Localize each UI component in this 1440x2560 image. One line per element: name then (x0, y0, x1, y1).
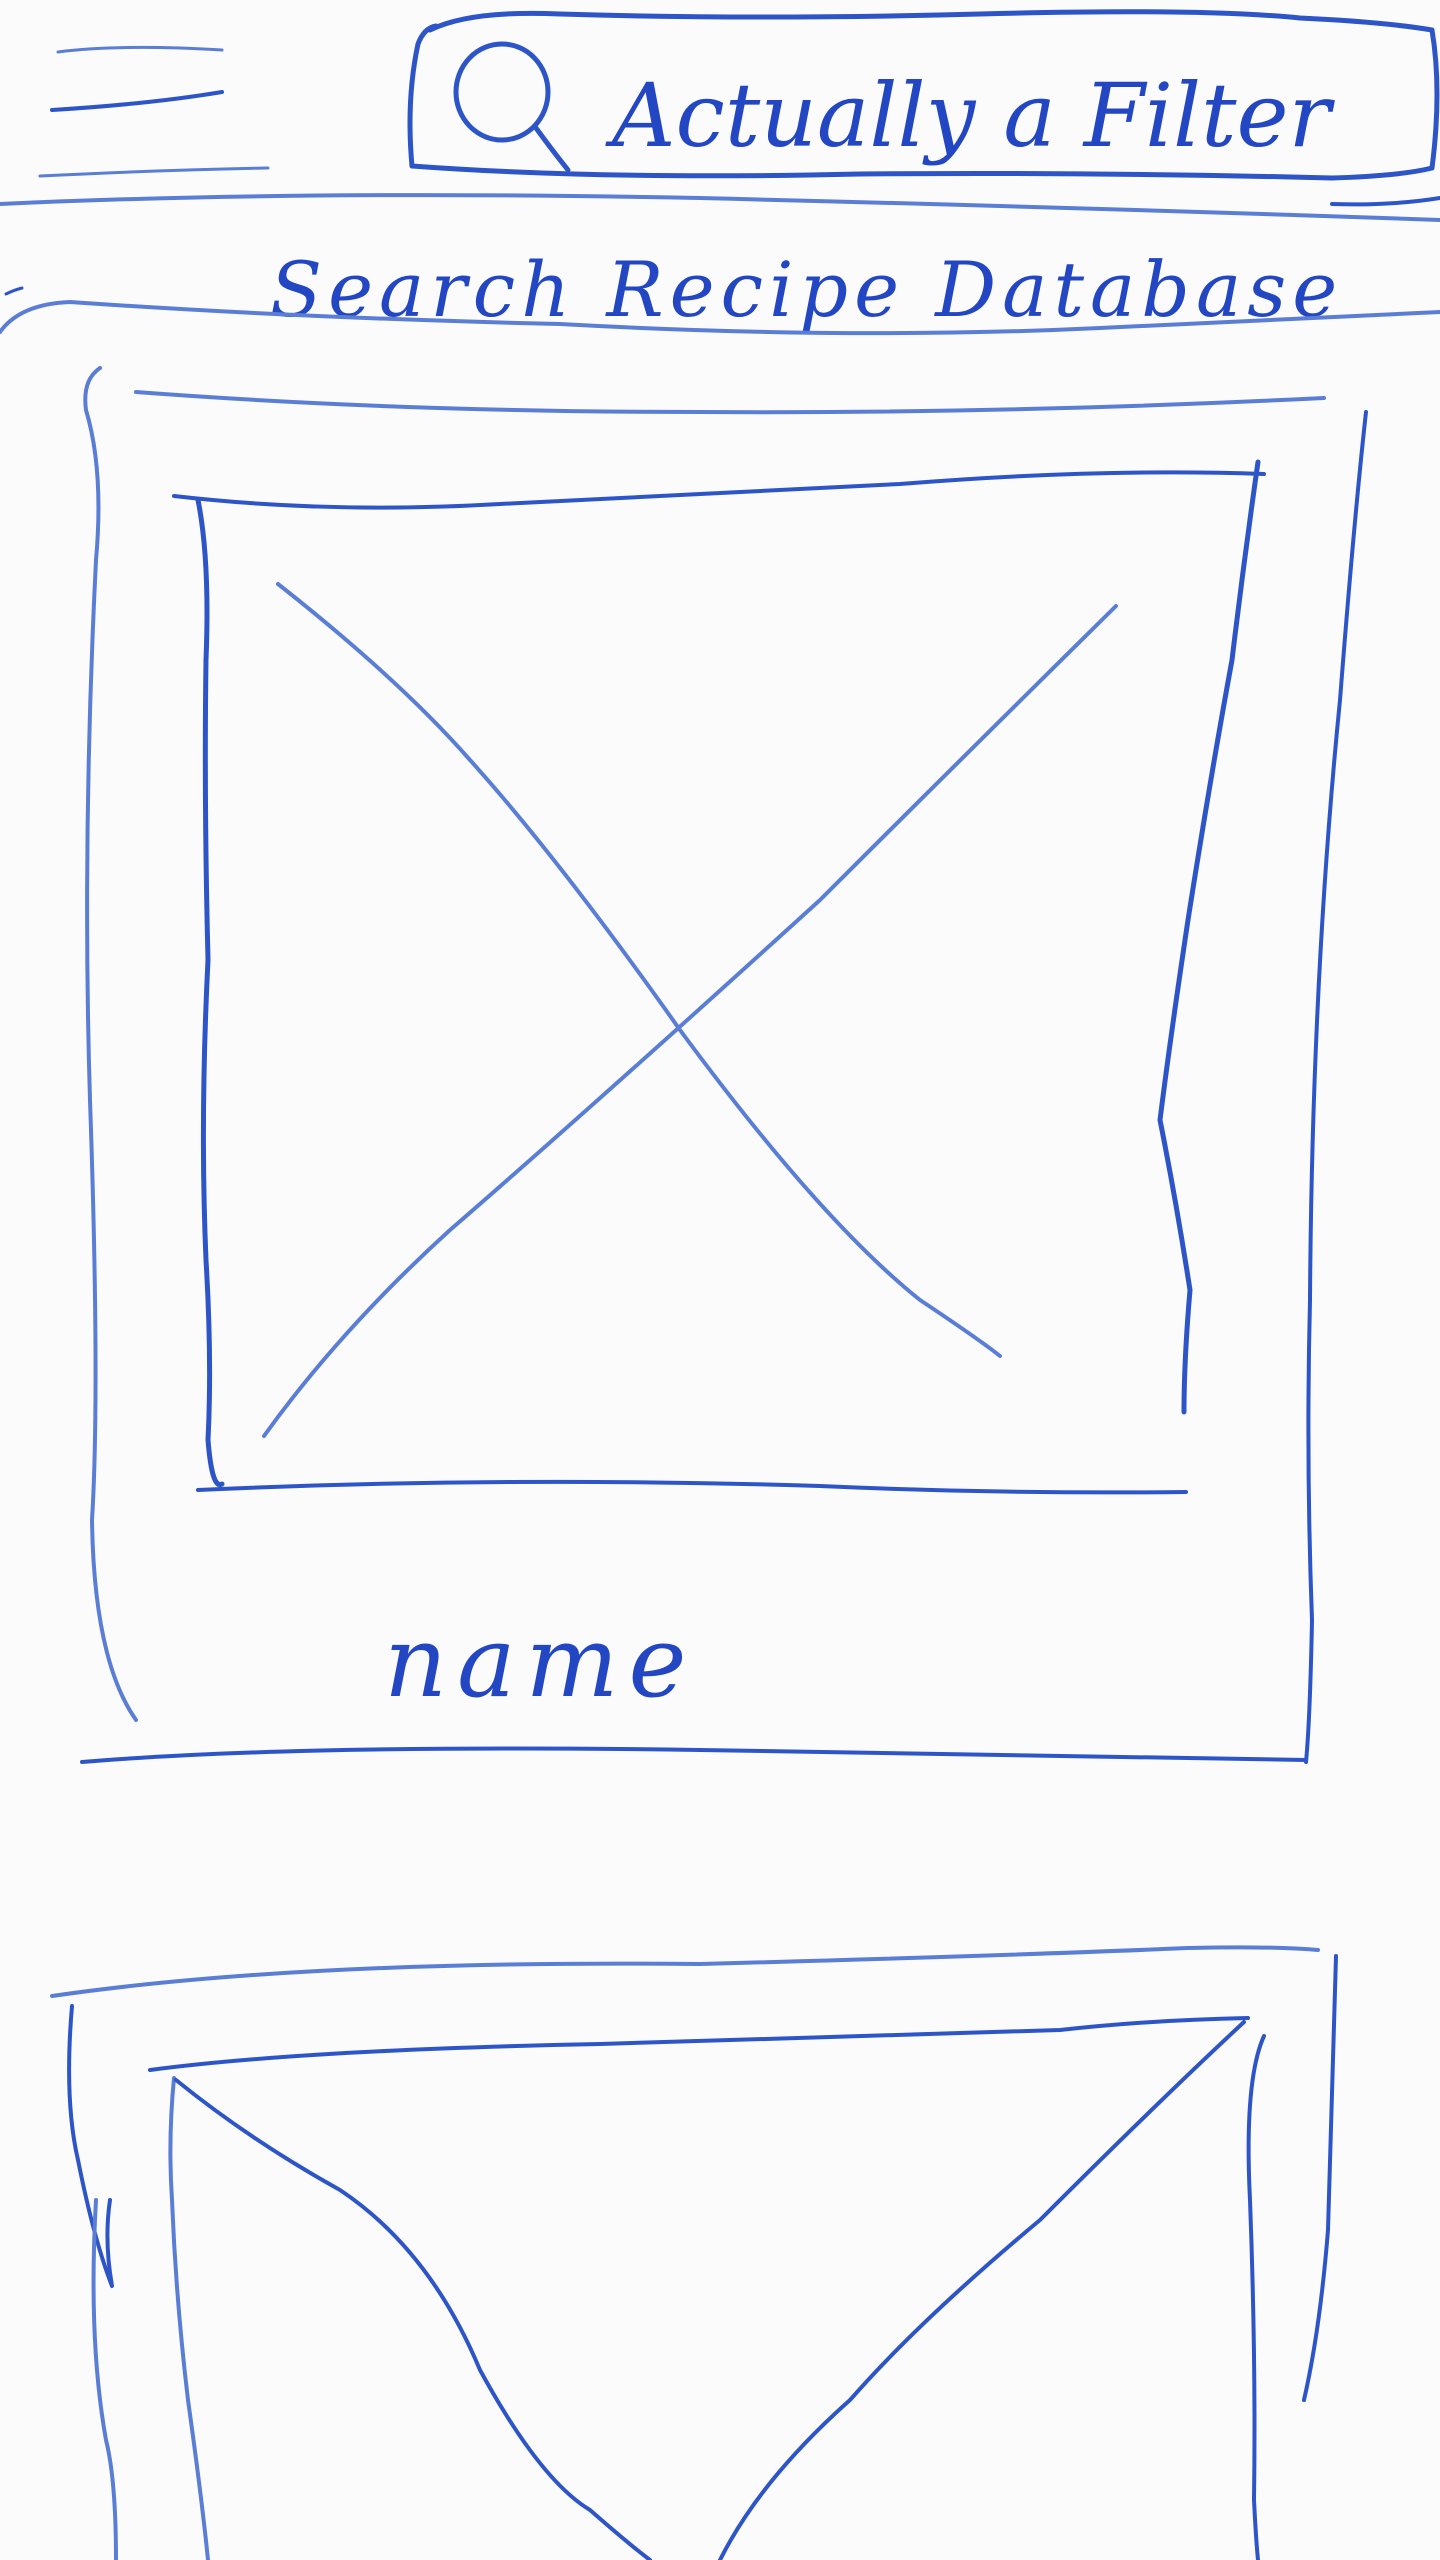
recipe-card[interactable] (50, 1945, 1338, 2560)
recipe-card[interactable]: name (80, 366, 1368, 1764)
recipe-name: name (384, 1606, 696, 1720)
hamburger-menu-icon[interactable] (38, 45, 270, 178)
image-placeholder (172, 459, 1266, 1495)
search-placeholder: Actually a Filter (605, 64, 1336, 167)
wireframe-sketch: Actually a Filter Search Recipe Database… (0, 9, 1440, 2560)
image-placeholder (148, 2016, 1266, 2560)
page-title: Search Recipe Database (0, 245, 1440, 336)
search-icon (453, 41, 571, 173)
header-divider (0, 193, 1440, 222)
search-filter-box[interactable]: Actually a Filter (407, 9, 1440, 207)
